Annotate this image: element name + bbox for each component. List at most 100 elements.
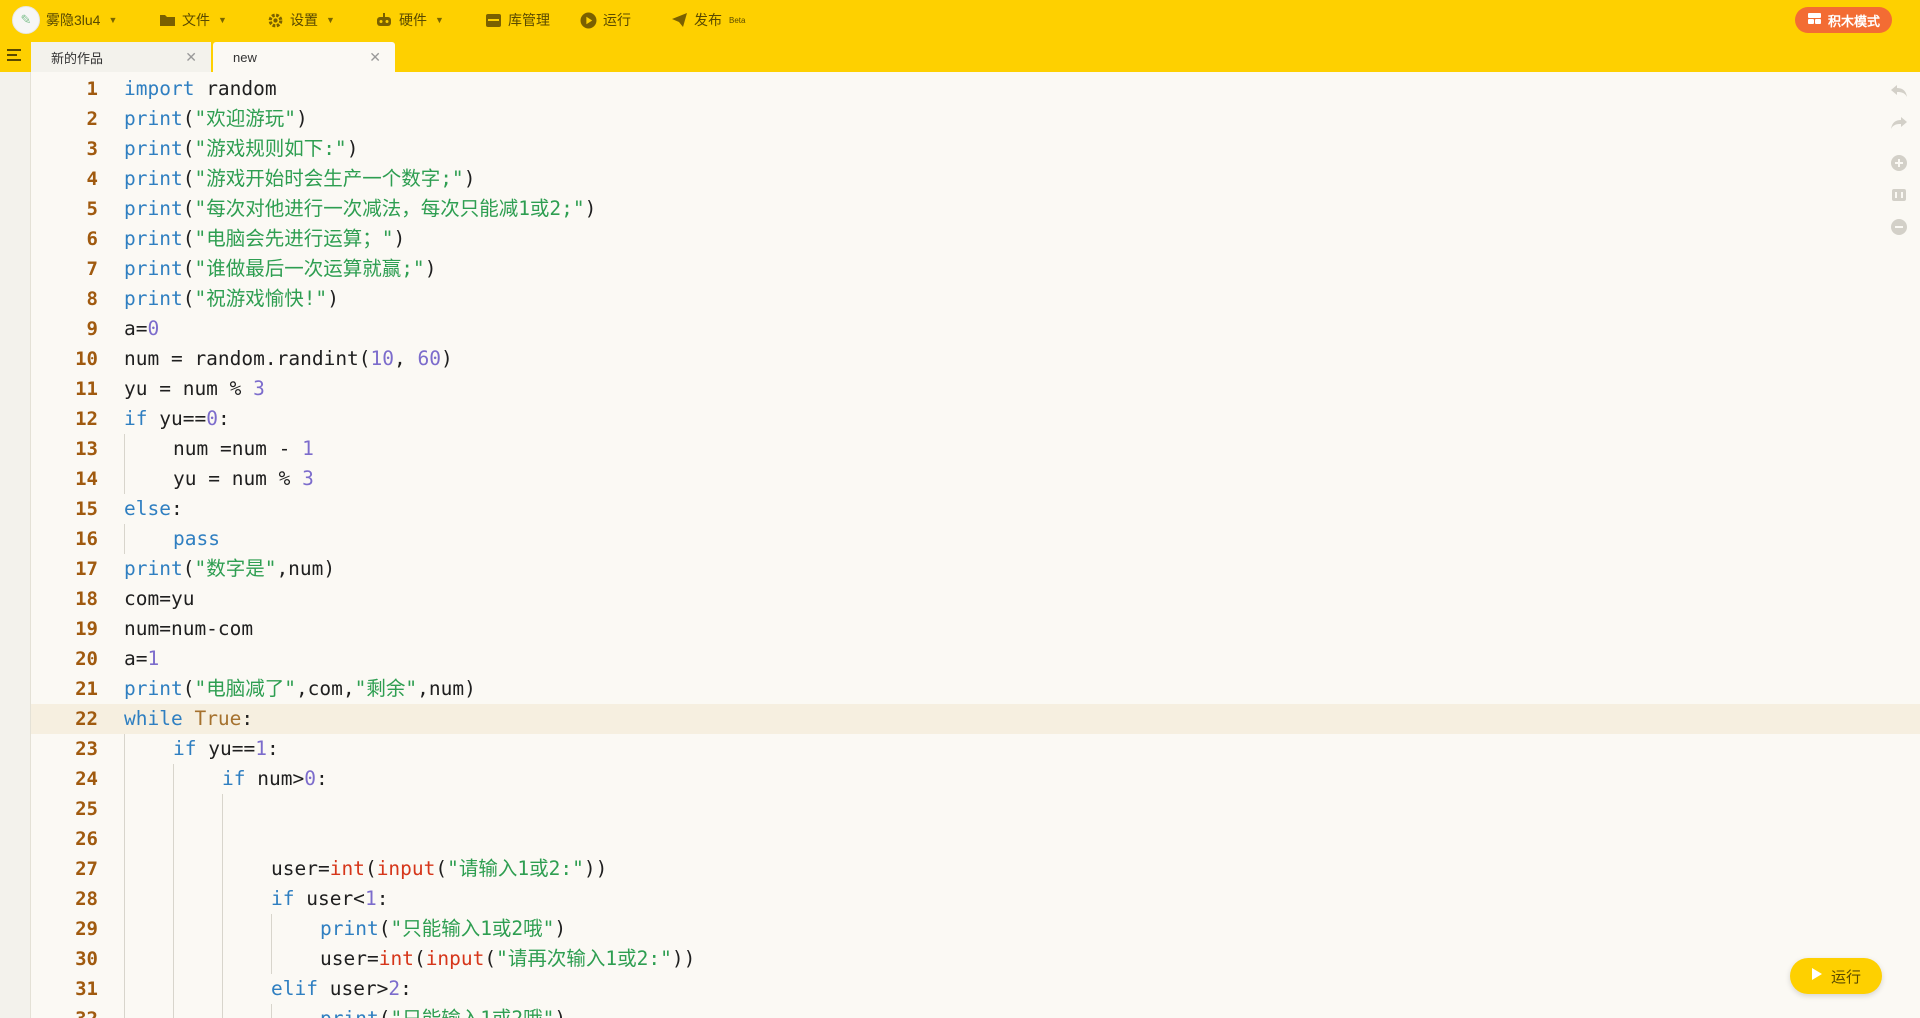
indent-guide	[222, 974, 223, 1004]
code-text: print("电脑会先进行运算；")	[124, 227, 406, 250]
menu-run[interactable]: 运行	[579, 0, 631, 40]
chevron-down-icon: ▼	[435, 15, 444, 25]
code-line[interactable]: 11 yu = num % 3	[31, 374, 1920, 404]
tab-new[interactable]: new ✕	[213, 42, 395, 72]
indent-guide	[124, 464, 125, 494]
user-avatar[interactable]: ✎	[12, 6, 40, 34]
left-sidebar-strip	[0, 72, 31, 1018]
menu-library[interactable]: 库管理	[484, 0, 550, 40]
line-number: 16	[75, 528, 98, 550]
code-text: while True:	[124, 707, 254, 730]
redo-icon[interactable]	[1888, 112, 1910, 134]
close-icon[interactable]: ✕	[185, 49, 197, 66]
code-text: if yu==0:	[124, 407, 230, 430]
indent-guide	[124, 524, 125, 554]
tab-new-work[interactable]: 新的作品 ✕	[31, 42, 211, 72]
indent-guide	[124, 884, 125, 914]
username-label: 雾隐3lu4	[46, 12, 101, 28]
line-number: 32	[31, 1004, 98, 1018]
sidebar-toggle-icon[interactable]	[7, 49, 25, 63]
line-number: 24	[75, 768, 98, 790]
block-mode-button[interactable]: 积木模式	[1794, 7, 1892, 33]
code-line[interactable]: 2 print("欢迎游玩")	[31, 104, 1920, 134]
code-line[interactable]: 17 print("数字是",num)	[31, 554, 1920, 584]
code-text: if num>0:	[222, 767, 328, 790]
code-line[interactable]: 29 print("只能输入1或2哦")	[31, 914, 1920, 944]
code-line[interactable]: 14 yu = num % 3	[31, 464, 1920, 494]
close-icon[interactable]: ✕	[369, 49, 381, 66]
code-line[interactable]: 12 if yu==0:	[31, 404, 1920, 434]
menu-settings[interactable]: 设置 ▼	[266, 0, 335, 40]
line-number: 5	[86, 198, 98, 220]
line-number: 9	[86, 318, 98, 340]
line-number: 8	[86, 288, 98, 310]
menu-library-label: 库管理	[508, 12, 550, 28]
code-line[interactable]: 22 while True:	[31, 704, 1920, 734]
indent-guide	[124, 1004, 125, 1018]
chevron-down-icon: ▼	[218, 15, 227, 25]
run-button[interactable]: 运行	[1790, 958, 1882, 994]
code-line[interactable]: 26	[31, 824, 1920, 854]
indent-guide	[124, 914, 125, 944]
code-text: if yu==1:	[173, 737, 279, 760]
undo-icon[interactable]	[1888, 80, 1910, 102]
indent-guide	[222, 944, 223, 974]
code-text: a=0	[124, 317, 160, 340]
code-line[interactable]: 6 print("电脑会先进行运算；")	[31, 224, 1920, 254]
menu-file[interactable]: 文件 ▼	[158, 0, 227, 40]
code-line[interactable]: 15 else:	[31, 494, 1920, 524]
code-line[interactable]: 4 print("游戏开始时会生产一个数字;")	[31, 164, 1920, 194]
format-icon[interactable]	[1888, 184, 1910, 206]
code-line[interactable]: 31 elif user>2:	[31, 974, 1920, 1004]
gear-icon	[266, 11, 284, 29]
zoom-out-icon[interactable]	[1888, 216, 1910, 238]
indent-guide	[124, 974, 125, 1004]
line-number: 12	[75, 408, 98, 430]
code-line[interactable]: 18 com=yu	[31, 584, 1920, 614]
menu-publish[interactable]: 发布 Beta	[670, 0, 745, 40]
line-number: 6	[86, 228, 98, 250]
code-line[interactable]: 20 a=1	[31, 644, 1920, 674]
code-line[interactable]: 5 print("每次对他进行一次减法，每次只能减1或2;")	[31, 194, 1920, 224]
code-line[interactable]: 10 num = random.randint(10, 60)	[31, 344, 1920, 374]
code-line[interactable]: 28 if user<1:	[31, 884, 1920, 914]
tab-label: new	[233, 49, 257, 65]
user-menu[interactable]: 雾隐3lu4 ▼	[46, 0, 117, 40]
code-text: print("数字是",num)	[124, 557, 336, 580]
code-line[interactable]: 16 pass	[31, 524, 1920, 554]
code-line[interactable]: 27 user=int(input("请输入1或2:"))	[31, 854, 1920, 884]
code-line[interactable]: 8 print("祝游戏愉快!")	[31, 284, 1920, 314]
code-text: num =num - 1	[173, 437, 314, 460]
indent-guide	[222, 794, 223, 824]
line-number: 1	[86, 78, 98, 100]
zoom-in-icon[interactable]	[1888, 152, 1910, 174]
code-line[interactable]: 25	[31, 794, 1920, 824]
code-editor[interactable]: 1 import random 2 print("欢迎游玩") 3 print("游戏规则…	[31, 72, 1920, 1018]
tab-bar: 新的作品 ✕ new ✕	[0, 40, 1920, 72]
code-text: else:	[124, 497, 183, 520]
blocks-icon	[1807, 12, 1822, 28]
code-text: print("游戏规则如下:")	[124, 137, 359, 160]
send-icon	[670, 11, 688, 29]
code-line[interactable]: 30 user=int(input("请再次输入1或2:"))	[31, 944, 1920, 974]
code-line[interactable]: 9 a=0	[31, 314, 1920, 344]
top-toolbar: ✎ 雾隐3lu4 ▼ 文件 ▼ 设置 ▼ 硬件 ▼ 库管理 运行 发布 Beta…	[0, 0, 1920, 40]
menu-hardware[interactable]: 硬件 ▼	[375, 0, 444, 40]
code-line[interactable]: 3 print("游戏规则如下:")	[31, 134, 1920, 164]
indent-guide	[271, 1004, 272, 1018]
code-line[interactable]: 32 print("只能输入1或2哦")	[31, 1004, 1920, 1018]
indent-guide	[173, 764, 174, 794]
code-line[interactable]: 13 num =num - 1	[31, 434, 1920, 464]
code-line[interactable]: 21 print("电脑减了",com,"剩余",num)	[31, 674, 1920, 704]
indent-guide	[173, 974, 174, 1004]
play-icon	[579, 11, 597, 29]
code-line[interactable]: 23 if yu==1:	[31, 734, 1920, 764]
code-line[interactable]: 24 if num>0:	[31, 764, 1920, 794]
code-text: print("只能输入1或2哦")	[320, 917, 567, 940]
code-line[interactable]: 1 import random	[31, 74, 1920, 104]
line-number: 30	[75, 948, 98, 970]
code-line[interactable]: 19 num=num-com	[31, 614, 1920, 644]
code-text: print("每次对他进行一次减法，每次只能减1或2;")	[124, 197, 597, 220]
code-line[interactable]: 7 print("谁做最后一次运算就赢;")	[31, 254, 1920, 284]
menu-publish-label: 发布	[694, 12, 722, 28]
